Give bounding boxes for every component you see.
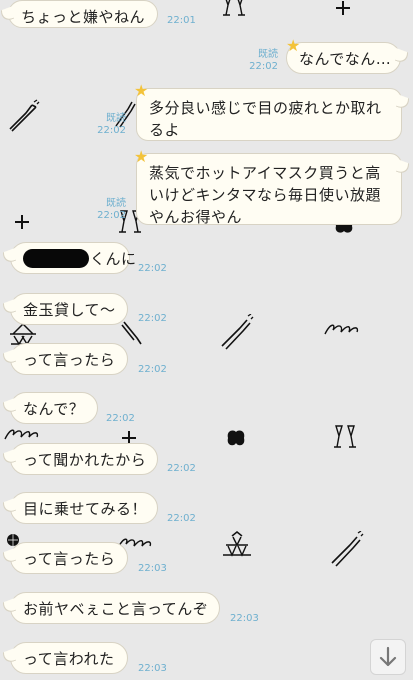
arrow-down-icon bbox=[379, 646, 397, 667]
message-bubble[interactable]: 蒸気でホットアイマスク買うと高いけどキンタマなら毎日使い放題やんお得やん bbox=[136, 153, 402, 226]
message-bubble[interactable]: お前ヤベぇこと言ってんぞ bbox=[10, 592, 220, 624]
message-text: ちょっと嫌やねん bbox=[21, 8, 146, 26]
message-time: 22:02 bbox=[167, 513, 196, 524]
champagne-bottle-icon bbox=[218, 314, 254, 350]
star-icon: ★ bbox=[134, 81, 149, 100]
message-time: 22:03 bbox=[138, 563, 167, 574]
message-text: 多分良い感じで目の疲れとか取れるよ bbox=[149, 99, 382, 139]
star-icon: ★ bbox=[286, 36, 301, 55]
read-receipt: 既読 bbox=[106, 198, 126, 209]
message-time: 22:02 bbox=[97, 125, 126, 136]
message-bubble[interactable]: って言われた bbox=[10, 642, 128, 674]
message-bubble[interactable]: 金玉貸して〜 bbox=[10, 293, 128, 325]
message-text: って聞かれたから bbox=[23, 451, 147, 469]
message-bubble[interactable]: 多分良い感じで目の疲れとか取れるよ bbox=[136, 88, 402, 141]
message-bubble[interactable]: 目に乗せてみる！ bbox=[10, 492, 158, 524]
message-text: って言われた bbox=[23, 650, 115, 668]
message-bubble[interactable]: くんに bbox=[10, 242, 136, 274]
message-text: くんに bbox=[90, 250, 137, 268]
message-time: 22:03 bbox=[230, 613, 259, 624]
message-time: 22:02 bbox=[106, 413, 135, 424]
message-time: 22:02 bbox=[138, 364, 167, 375]
scroll-to-bottom-button[interactable] bbox=[370, 639, 406, 675]
sparkle-icon bbox=[336, 1, 350, 15]
sparkle-icon bbox=[15, 215, 29, 229]
message-time: 22:03 bbox=[138, 663, 167, 674]
champagne-glasses-icon bbox=[220, 0, 248, 17]
brand-script-icon bbox=[323, 320, 365, 338]
message-time: 22:02 bbox=[138, 313, 167, 324]
message-time: 22:01 bbox=[167, 15, 196, 26]
message-time: 22:02 bbox=[138, 263, 167, 274]
brand-script-icon bbox=[3, 425, 45, 443]
message-bubble[interactable]: なんでなん… bbox=[286, 42, 401, 74]
champagne-glasses-icon bbox=[331, 425, 359, 449]
star-icon: ★ bbox=[134, 147, 149, 166]
message-bubble[interactable]: って言ったら bbox=[10, 343, 128, 375]
read-receipt: 既読 bbox=[106, 113, 126, 124]
champagne-bottle-icon bbox=[6, 99, 40, 133]
pyramid-glasses-icon bbox=[222, 531, 252, 561]
message-bubble[interactable]: って言ったら bbox=[10, 542, 128, 574]
redacted-name bbox=[23, 249, 89, 268]
message-bubble[interactable]: なんで？ bbox=[10, 392, 98, 424]
message-text: って言ったら bbox=[23, 351, 116, 369]
message-text: 蒸気でホットアイマスク買うと高いけどキンタマなら毎日使い放題やんお得やん bbox=[149, 164, 382, 226]
message-text: なんで？ bbox=[23, 400, 85, 418]
message-text: 目に乗せてみる！ bbox=[23, 500, 148, 518]
message-text: お前ヤベぇこと言ってんぞ bbox=[23, 600, 209, 618]
message-text: 金玉貸して〜 bbox=[23, 301, 116, 319]
message-text: なんでなん… bbox=[299, 50, 392, 68]
message-time: 22:02 bbox=[97, 210, 126, 221]
read-receipt: 既読 bbox=[258, 49, 278, 60]
message-time: 22:02 bbox=[167, 463, 196, 474]
message-bubble[interactable]: って聞かれたから bbox=[10, 443, 158, 475]
message-text: って言ったら bbox=[23, 550, 116, 568]
message-time: 22:02 bbox=[249, 61, 278, 72]
rose-icon bbox=[225, 428, 247, 448]
message-bubble[interactable]: ちょっと嫌やねん bbox=[8, 0, 158, 28]
chat-area[interactable]: ちょっと嫌やねん 22:01 ★ 既読 22:02 なんでなん… ★ 既読 22… bbox=[0, 0, 413, 680]
champagne-bottle-icon bbox=[328, 531, 364, 567]
